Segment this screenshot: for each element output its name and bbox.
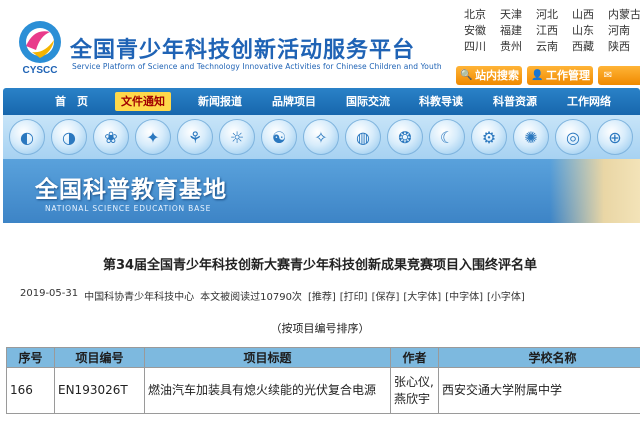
cell-author: 张心仪, 燕欣宇 [390,367,439,414]
science-icon[interactable]: ⊕ [597,119,633,155]
science-icon[interactable]: ☾ [429,119,465,155]
col-header-author: 作者 [390,347,439,368]
nav-work-network[interactable]: 工作网络 [561,92,617,111]
mail-icon: ✉ [603,69,613,81]
banner-decoration [550,159,640,223]
region-link[interactable]: 内蒙古 [608,8,640,21]
cell-project-id: EN193026T [54,367,145,414]
science-icon[interactable]: ☼ [219,119,255,155]
region-link[interactable]: 贵州 [500,40,536,53]
table-row: 166 EN193026T 燃油汽车加装具有熄火续能的光伏复合电源 张心仪, 燕… [6,367,640,414]
main-nav: 首 页 文件通知 新闻报道 品牌项目 国际交流 科教导读 科普资源 工作网络 [3,88,640,115]
cell-project-title: 燃油汽车加装具有熄火续能的光伏复合电源 [144,367,391,414]
science-icon[interactable]: ◎ [555,119,591,155]
science-icon[interactable]: ☯ [261,119,297,155]
science-icon[interactable]: ⚙ [471,119,507,155]
sort-note: （按项目编号排序） [270,322,370,335]
region-link[interactable]: 福建 [500,24,536,37]
mail-button[interactable]: ✉ [598,66,640,85]
nav-international[interactable]: 国际交流 [340,92,396,111]
science-icon[interactable]: ✺ [513,119,549,155]
region-link[interactable]: 西藏 [572,40,608,53]
nav-reading-guide[interactable]: 科教导读 [413,92,469,111]
science-icon[interactable]: ❀ [93,119,129,155]
region-link[interactable]: 云南 [536,40,572,53]
science-icon[interactable]: ✦ [135,119,171,155]
site-title[interactable]: 全国青少年科技创新活动服务平台 [70,32,415,64]
recommend-link[interactable]: [推荐] [308,288,336,303]
col-header-index: 序号 [6,347,55,368]
region-link[interactable]: 江西 [536,24,572,37]
logo-text: CYSCC [22,65,57,76]
site-search-button[interactable]: 🔍 站内搜索 [456,66,522,85]
region-link[interactable]: 河北 [536,8,572,21]
col-header-project-id: 项目编号 [54,347,145,368]
banner: ◐ ◑ ❀ ✦ ⚘ ☼ ☯ ✧ ◍ ❂ ☾ ⚙ ✺ ◎ ⊕ 全国科普教育基地 N… [3,115,640,223]
science-icon[interactable]: ❂ [387,119,423,155]
article-meta: 2019-05-31 中国科协青少年科技中心 本文被阅读过10790次 [推荐]… [20,288,529,303]
science-icon[interactable]: ⚘ [177,119,213,155]
work-management-label: 工作管理 [546,69,590,82]
region-link[interactable]: 陕西 [608,40,640,53]
region-link[interactable]: 山东 [572,24,608,37]
region-link[interactable]: 天津 [500,8,536,21]
nav-science-resources[interactable]: 科普资源 [487,92,543,111]
region-link[interactable]: 四川 [464,40,500,53]
icon-strip: ◐ ◑ ❀ ✦ ⚘ ☼ ☯ ✧ ◍ ❂ ☾ ⚙ ✺ ◎ ⊕ [3,115,640,159]
work-management-button[interactable]: 👤 工作管理 [527,66,593,85]
article-title: 第34届全国青少年科技创新大赛青少年科技创新成果竞赛项目入围终评名单 [102,258,538,273]
science-icon[interactable]: ◐ [9,119,45,155]
article-source: 中国科协青少年科技中心 [84,292,195,303]
small-font-link[interactable]: [小字体] [487,288,525,303]
col-header-school: 学校名称 [438,347,640,368]
region-link[interactable]: 北京 [464,8,500,21]
medium-font-link[interactable]: [中字体] [445,288,483,303]
cell-index: 166 [6,367,55,414]
science-icon[interactable]: ✧ [303,119,339,155]
save-link[interactable]: [保存] [372,288,400,303]
nav-notices[interactable]: 文件通知 [115,92,171,111]
article-views: 本文被阅读过10790次 [200,292,302,303]
science-icon[interactable]: ◍ [345,119,381,155]
finalist-table: 序号 项目编号 项目标题 作者 学校名称 166 EN193026T 燃油汽车加… [6,347,640,414]
region-link[interactable]: 山西 [572,8,608,21]
print-link[interactable]: [打印] [340,288,368,303]
nav-news[interactable]: 新闻报道 [192,92,248,111]
site-search-label: 站内搜索 [475,69,519,82]
cyscc-logo[interactable]: CYSCC [14,18,66,76]
col-header-project-title: 项目标题 [144,347,391,368]
region-links: 北京 天津 河北 山西 内蒙古 安徽 福建 江西 山东 河南 四川 贵州 云南 … [464,8,640,53]
banner-title: 全国科普教育基地 [35,177,227,203]
article-date: 2019-05-31 [20,288,79,299]
large-font-link[interactable]: [大字体] [403,288,441,303]
site-subtitle: Service Platform of Science and Technolo… [72,62,442,71]
table-header-row: 序号 项目编号 项目标题 作者 学校名称 [6,347,640,368]
science-icon[interactable]: ◑ [51,119,87,155]
nav-home[interactable]: 首 页 [49,92,94,111]
nav-brand-projects[interactable]: 品牌项目 [266,92,322,111]
banner-subtitle: NATIONAL SCIENCE EDUCATION BASE [45,204,212,213]
region-link[interactable]: 河南 [608,24,640,37]
site-header: CYSCC 全国青少年科技创新活动服务平台 Service Platform o… [0,0,640,88]
user-icon: 👤 [531,69,544,81]
cell-school: 西安交通大学附属中学 [438,367,640,414]
region-link[interactable]: 安徽 [464,24,500,37]
search-icon: 🔍 [460,69,473,81]
